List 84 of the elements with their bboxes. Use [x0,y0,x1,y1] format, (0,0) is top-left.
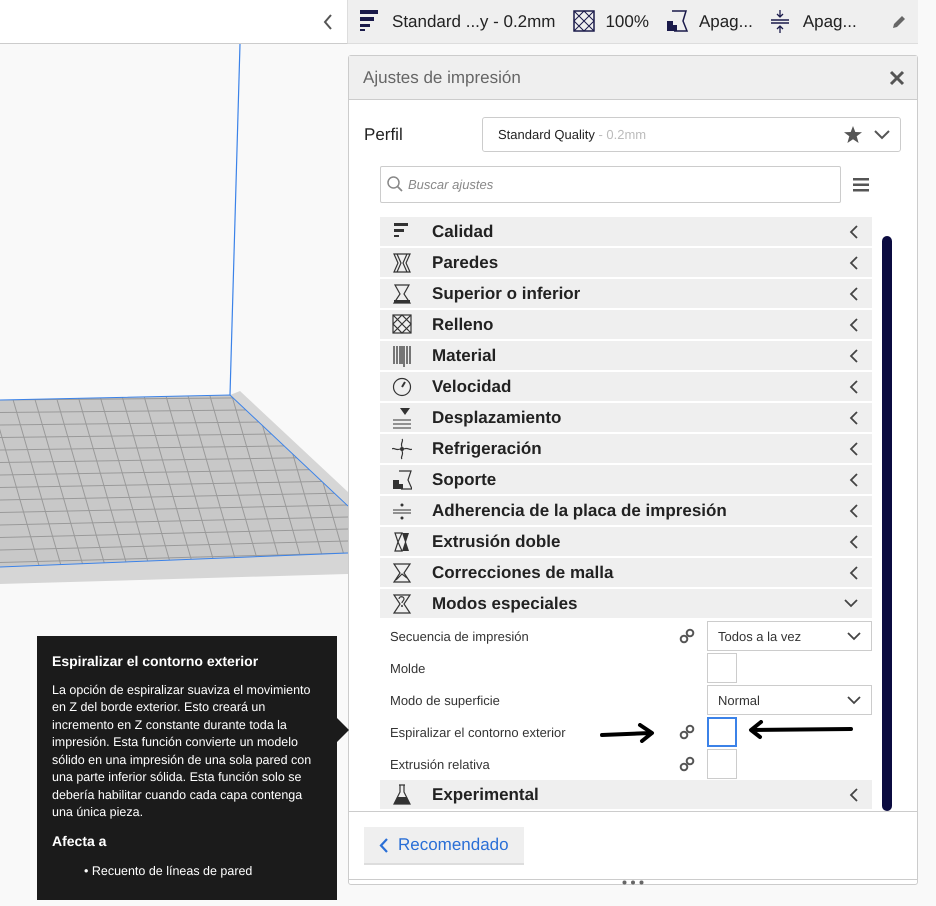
setting-label: Espiralizar el contorno exterior [390,724,566,740]
menu-button[interactable] [853,178,869,192]
chevron-left-icon [849,566,858,580]
chevron-left-icon[interactable] [323,14,333,30]
settings-category[interactable]: Paredes [380,248,872,277]
chevron-left-icon [849,380,858,394]
summary-value: Apag... [698,12,753,32]
settings-category[interactable]: Superior o inferior [380,279,872,308]
fan-icon [392,438,412,460]
setting-label: Extrusión relativa [390,756,490,772]
pencil-icon[interactable] [892,14,906,28]
walls-icon [392,252,412,274]
chevron-down-icon [874,130,890,140]
chevron-down-icon [847,696,861,704]
chevron-left-icon [849,256,858,270]
chevron-left-icon [849,788,858,802]
profile-name: Standard Quality [498,127,595,142]
chevron-left-icon [849,286,858,300]
tooltip-title: Espiralizar el contorno exterior [52,652,260,671]
star-icon[interactable] [844,126,862,143]
tooltip-subtitle: Afecta a [52,832,108,851]
dual-shape-icon [392,530,412,552]
infill-grid-icon [573,10,596,33]
checkbox[interactable] [707,749,737,779]
setting-dropdown[interactable]: Todos a la vez [707,621,872,651]
chevron-left-icon [849,224,858,238]
chevron-down-icon [847,632,861,640]
profile-layer-height: - 0.2mm [597,127,646,142]
flask-icon [392,784,412,806]
menu-icon [853,178,869,192]
support-icon [392,468,412,490]
link-icon[interactable] [679,756,695,772]
settings-category[interactable]: Velocidad [380,372,872,401]
settings-category[interactable]: Adherencia de la placa de impresión [380,496,872,525]
close-button[interactable] [889,70,905,86]
settings-category[interactable]: Relleno [380,310,872,339]
nozzle-icon [392,406,412,428]
setting-label: Modo de superficie [390,692,500,708]
summary-value: Apag... [802,12,857,32]
link-icon[interactable] [679,724,695,740]
checkbox[interactable] [707,717,737,747]
setting-label: Secuencia de impresión [390,628,529,644]
gauge-icon [392,376,412,398]
settings-category[interactable]: Modos especiales [380,589,872,618]
tooltip-list-item: • Recuento de líneas de pared [83,863,254,880]
close-icon [889,70,905,86]
scrollbar[interactable] [882,236,892,811]
drag-handle-icon[interactable] [622,880,644,885]
search-icon [387,176,403,192]
infill-grid-icon [392,314,412,336]
tooltip-description: La opción de espiralizar suaviza el movimiento en Z del borde exterior. Esto creará un incremento en Z constante durante toda la impresión. Esta función convierte un modelo sólido en una impresión de una sola pared con una parte inferior sólida. Esta función solo se debería habilitar cuando cada capa contenga una única pieza. [52,682,312,822]
settings-category[interactable]: Experimental [380,780,872,809]
chevron-left-icon [849,472,858,486]
chevron-left-icon [849,534,858,548]
search-field[interactable]: Buscar ajustes [380,166,841,203]
checkbox[interactable] [707,653,737,683]
chevron-left-icon [849,442,858,456]
top-bottom-icon [392,282,412,304]
settings-category[interactable]: Correcciones de malla [380,558,872,587]
chevron-left-icon [379,838,388,852]
settings-category[interactable]: Calidad [380,217,872,246]
chevron-left-icon [849,410,858,424]
summary-value: 100% [605,12,649,32]
setting-label: Molde [390,660,426,676]
panel-title: Ajustes de impresión [363,68,521,88]
recommended-button[interactable]: Recomendado [364,827,524,865]
chevron-left-icon [849,348,858,362]
chevron-down-icon [844,599,858,608]
settings-category[interactable]: Refrigeración [380,434,872,463]
vertical-lines-icon [392,344,412,366]
settings-category[interactable]: Extrusión doble [380,527,872,556]
summary-value: Standard ...y - 0.2mm [392,12,556,32]
settings-category[interactable]: Material [380,341,872,370]
support-icon [666,10,689,33]
settings-category[interactable]: Soporte [380,465,872,494]
mesh-icon [392,562,412,584]
setting-dropdown[interactable]: Normal [707,685,872,715]
settings-category[interactable]: Desplazamiento [380,403,872,432]
profile-label: Perfil [364,124,404,144]
chevron-left-icon [849,318,858,332]
question-shape-icon [392,592,412,614]
chevron-left-icon [849,504,858,518]
link-icon[interactable] [679,628,695,644]
profile-dropdown[interactable]: Standard Quality - 0.2mm [482,117,901,152]
